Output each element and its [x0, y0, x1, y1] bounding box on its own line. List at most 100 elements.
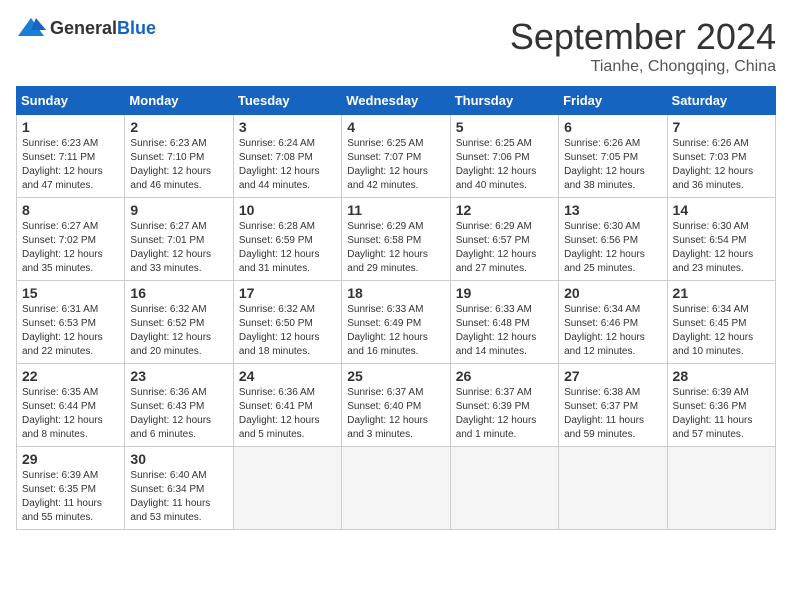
calendar-cell: 24 Sunrise: 6:36 AMSunset: 6:41 PMDayligh…: [233, 364, 341, 447]
day-detail: Sunrise: 6:39 AMSunset: 6:36 PMDaylight:…: [673, 387, 753, 440]
calendar-cell: 9 Sunrise: 6:27 AMSunset: 7:01 PMDaylight…: [125, 198, 233, 281]
calendar-cell: 2 Sunrise: 6:23 AMSunset: 7:10 PMDaylight…: [125, 115, 233, 198]
day-number: 22: [22, 368, 119, 384]
calendar-cell: 12 Sunrise: 6:29 AMSunset: 6:57 PMDayligh…: [450, 198, 558, 281]
calendar-cell: [559, 447, 667, 530]
day-number: 17: [239, 285, 336, 301]
day-number: 20: [564, 285, 661, 301]
calendar-cell: 19 Sunrise: 6:33 AMSunset: 6:48 PMDayligh…: [450, 281, 558, 364]
calendar-table: SundayMondayTuesdayWednesdayThursdayFrid…: [16, 86, 776, 530]
day-detail: Sunrise: 6:37 AMSunset: 6:40 PMDaylight:…: [347, 387, 428, 440]
day-number: 24: [239, 368, 336, 384]
day-number: 6: [564, 119, 661, 135]
day-detail: Sunrise: 6:23 AMSunset: 7:11 PMDaylight:…: [22, 138, 103, 191]
location-title: Tianhe, Chongqing, China: [510, 58, 776, 76]
day-number: 18: [347, 285, 444, 301]
day-number: 4: [347, 119, 444, 135]
day-of-week-header: Thursday: [450, 87, 558, 115]
day-number: 29: [22, 451, 119, 467]
calendar-cell: [233, 447, 341, 530]
day-detail: Sunrise: 6:32 AMSunset: 6:50 PMDaylight:…: [239, 304, 320, 357]
title-area: September 2024 Tianhe, Chongqing, China: [510, 16, 776, 76]
day-detail: Sunrise: 6:37 AMSunset: 6:39 PMDaylight:…: [456, 387, 537, 440]
day-detail: Sunrise: 6:30 AMSunset: 6:54 PMDaylight:…: [673, 221, 754, 274]
day-detail: Sunrise: 6:32 AMSunset: 6:52 PMDaylight:…: [130, 304, 211, 357]
calendar-cell: 28 Sunrise: 6:39 AMSunset: 6:36 PMDayligh…: [667, 364, 775, 447]
calendar-cell: 26 Sunrise: 6:37 AMSunset: 6:39 PMDayligh…: [450, 364, 558, 447]
logo: GeneralBlue: [16, 16, 156, 40]
day-detail: Sunrise: 6:31 AMSunset: 6:53 PMDaylight:…: [22, 304, 103, 357]
day-detail: Sunrise: 6:25 AMSunset: 7:06 PMDaylight:…: [456, 138, 537, 191]
day-number: 11: [347, 202, 444, 218]
calendar-cell: 14 Sunrise: 6:30 AMSunset: 6:54 PMDayligh…: [667, 198, 775, 281]
calendar-cell: [342, 447, 450, 530]
day-detail: Sunrise: 6:23 AMSunset: 7:10 PMDaylight:…: [130, 138, 211, 191]
calendar-cell: 5 Sunrise: 6:25 AMSunset: 7:06 PMDaylight…: [450, 115, 558, 198]
day-number: 3: [239, 119, 336, 135]
day-number: 8: [22, 202, 119, 218]
calendar-cell: 20Sunrise: 6:34 AMSunset: 6:46 PMDayligh…: [559, 281, 667, 364]
day-detail: Sunrise: 6:29 AMSunset: 6:58 PMDaylight:…: [347, 221, 428, 274]
day-detail: Sunrise: 6:27 AMSunset: 7:02 PMDaylight:…: [22, 221, 103, 274]
day-number: 15: [22, 285, 119, 301]
calendar-cell: 7 Sunrise: 6:26 AMSunset: 7:03 PMDaylight…: [667, 115, 775, 198]
day-number: 25: [347, 368, 444, 384]
day-of-week-header: Monday: [125, 87, 233, 115]
calendar-cell: 3 Sunrise: 6:24 AMSunset: 7:08 PMDaylight…: [233, 115, 341, 198]
day-detail: Sunrise: 6:34 AMSunset: 6:45 PMDaylight:…: [673, 304, 754, 357]
calendar-cell: 16 Sunrise: 6:32 AMSunset: 6:52 PMDayligh…: [125, 281, 233, 364]
day-number: 26: [456, 368, 553, 384]
day-number: 1: [22, 119, 119, 135]
day-detail: Sunrise: 6:40 AMSunset: 6:34 PMDaylight:…: [130, 470, 210, 523]
calendar-cell: 25 Sunrise: 6:37 AMSunset: 6:40 PMDayligh…: [342, 364, 450, 447]
day-of-week-header: Tuesday: [233, 87, 341, 115]
calendar-cell: 15 Sunrise: 6:31 AMSunset: 6:53 PMDayligh…: [17, 281, 125, 364]
calendar-cell: 8 Sunrise: 6:27 AMSunset: 7:02 PMDaylight…: [17, 198, 125, 281]
day-number: 9: [130, 202, 227, 218]
day-number: 13: [564, 202, 661, 218]
page-header: GeneralBlue September 2024 Tianhe, Chong…: [16, 16, 776, 76]
calendar-cell: 4 Sunrise: 6:25 AMSunset: 7:07 PMDaylight…: [342, 115, 450, 198]
day-number: 14: [673, 202, 770, 218]
day-detail: Sunrise: 6:26 AMSunset: 7:05 PMDaylight:…: [564, 138, 645, 191]
calendar-cell: [450, 447, 558, 530]
day-number: 12: [456, 202, 553, 218]
day-number: 23: [130, 368, 227, 384]
month-title: September 2024: [510, 16, 776, 58]
day-detail: Sunrise: 6:36 AMSunset: 6:41 PMDaylight:…: [239, 387, 320, 440]
day-number: 16: [130, 285, 227, 301]
calendar-cell: 23Sunrise: 6:36 AMSunset: 6:43 PMDayligh…: [125, 364, 233, 447]
day-detail: Sunrise: 6:39 AMSunset: 6:35 PMDaylight:…: [22, 470, 102, 523]
day-detail: Sunrise: 6:27 AMSunset: 7:01 PMDaylight:…: [130, 221, 211, 274]
logo-text-general: General: [50, 18, 117, 38]
day-number: 19: [456, 285, 553, 301]
logo-text-blue: Blue: [117, 18, 156, 38]
day-detail: Sunrise: 6:28 AMSunset: 6:59 PMDaylight:…: [239, 221, 320, 274]
day-detail: Sunrise: 6:33 AMSunset: 6:48 PMDaylight:…: [456, 304, 537, 357]
day-number: 27: [564, 368, 661, 384]
calendar-cell: 6 Sunrise: 6:26 AMSunset: 7:05 PMDaylight…: [559, 115, 667, 198]
calendar-cell: 21Sunrise: 6:34 AMSunset: 6:45 PMDayligh…: [667, 281, 775, 364]
day-detail: Sunrise: 6:30 AMSunset: 6:56 PMDaylight:…: [564, 221, 645, 274]
calendar-cell: 29 Sunrise: 6:39 AMSunset: 6:35 PMDayligh…: [17, 447, 125, 530]
calendar-cell: 1 Sunrise: 6:23 AMSunset: 7:11 PMDaylight…: [17, 115, 125, 198]
day-detail: Sunrise: 6:24 AMSunset: 7:08 PMDaylight:…: [239, 138, 320, 191]
day-number: 5: [456, 119, 553, 135]
calendar-cell: 10 Sunrise: 6:28 AMSunset: 6:59 PMDayligh…: [233, 198, 341, 281]
day-detail: Sunrise: 6:29 AMSunset: 6:57 PMDaylight:…: [456, 221, 537, 274]
day-number: 7: [673, 119, 770, 135]
day-detail: Sunrise: 6:33 AMSunset: 6:49 PMDaylight:…: [347, 304, 428, 357]
day-of-week-header: Wednesday: [342, 87, 450, 115]
calendar-cell: [667, 447, 775, 530]
calendar-cell: 22 Sunrise: 6:35 AMSunset: 6:44 PMDayligh…: [17, 364, 125, 447]
calendar-cell: 13 Sunrise: 6:30 AMSunset: 6:56 PMDayligh…: [559, 198, 667, 281]
day-detail: Sunrise: 6:25 AMSunset: 7:07 PMDaylight:…: [347, 138, 428, 191]
day-number: 28: [673, 368, 770, 384]
calendar-cell: 30Sunrise: 6:40 AMSunset: 6:34 PMDayligh…: [125, 447, 233, 530]
day-number: 2: [130, 119, 227, 135]
day-detail: Sunrise: 6:35 AMSunset: 6:44 PMDaylight:…: [22, 387, 103, 440]
day-detail: Sunrise: 6:26 AMSunset: 7:03 PMDaylight:…: [673, 138, 754, 191]
day-of-week-header: Friday: [559, 87, 667, 115]
day-number: 10: [239, 202, 336, 218]
calendar-cell: 18 Sunrise: 6:33 AMSunset: 6:49 PMDayligh…: [342, 281, 450, 364]
